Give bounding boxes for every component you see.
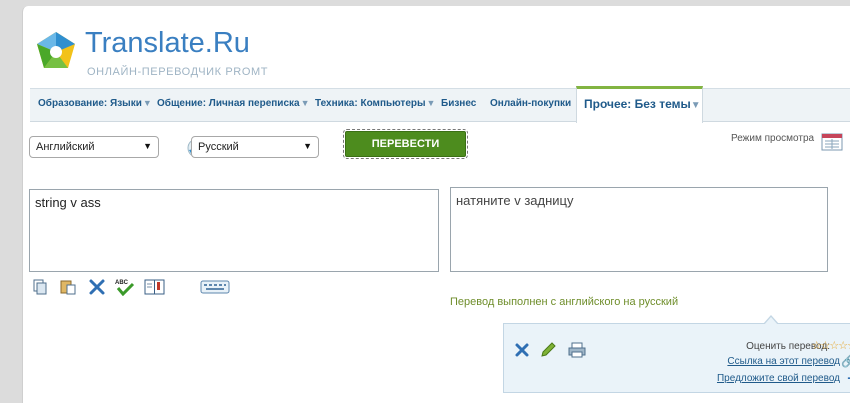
view-mode-icon[interactable]: [821, 133, 843, 151]
page-container: Translate.Ru ОНЛАЙН-ПЕРЕВОДЧИК PROMT Обр…: [22, 6, 850, 403]
clear-icon[interactable]: [88, 278, 106, 296]
chevron-down-icon: ▼: [142, 98, 152, 108]
translation-status: Перевод выполнен с английского на русски…: [450, 296, 679, 308]
translation-output: натяните v задницу: [450, 187, 828, 272]
paste-icon[interactable]: [59, 278, 77, 296]
delete-icon[interactable]: [513, 341, 531, 359]
copy-icon[interactable]: [31, 278, 49, 296]
tab-business[interactable]: Бизнес: [441, 98, 476, 109]
dictionary-icon[interactable]: [144, 278, 166, 296]
rating-stars[interactable]: ☆☆☆☆☆: [812, 339, 850, 352]
chevron-down-icon: ▼: [426, 98, 436, 108]
tab-technology-computers[interactable]: Техника: Компьютеры▼: [315, 98, 435, 109]
target-language-select[interactable]: Русский ▼: [191, 136, 319, 158]
source-language-select[interactable]: Английский ▼: [29, 136, 159, 158]
tab-label: Образование: Языки: [38, 98, 142, 109]
edit-icon[interactable]: [539, 341, 557, 359]
tab-other-no-topic[interactable]: Прочее: Без темы▼: [576, 86, 703, 123]
logo-subtitle: ОНЛАЙН-ПЕРЕВОДЧИК PROMT: [87, 66, 269, 78]
view-mode-label: Режим просмотра: [731, 133, 815, 144]
tab-label: Общение: Личная переписка: [157, 98, 300, 109]
chevron-down-icon: ▼: [690, 100, 701, 111]
svg-text:ABC: ABC: [115, 280, 129, 286]
suggest-translation-link[interactable]: Предложите свой перевод: [717, 373, 840, 384]
topic-tabbar: Образование: Языки▼ Общение: Личная пере…: [30, 86, 850, 123]
permalink-link[interactable]: Ссылка на этот перевод: [727, 356, 840, 367]
tab-label: Бизнес: [441, 98, 477, 109]
panel-pointer-inner: [764, 317, 778, 325]
tab-online-shopping[interactable]: Онлайн-покупки: [490, 98, 571, 109]
logo-title: Translate.Ru: [85, 27, 250, 59]
target-language-value: Русский: [198, 141, 239, 153]
logo-icon: [37, 32, 75, 68]
tab-label: Техника: Компьютеры: [315, 98, 426, 109]
dropdown-arrow-icon: ▼: [303, 141, 312, 151]
chevron-down-icon: ▼: [300, 98, 310, 108]
link-icon: 🔗: [841, 354, 850, 368]
rating-panel: Оценить перевод: ☆☆☆☆☆ Ссылка на этот пе…: [503, 323, 850, 393]
keyboard-icon[interactable]: [200, 278, 230, 296]
tab-communication-personal[interactable]: Общение: Личная переписка▼: [157, 98, 310, 109]
print-icon[interactable]: [567, 341, 587, 359]
translate-button[interactable]: ПЕРЕВЕСТИ: [343, 129, 468, 159]
tab-label: Прочее: Без темы: [584, 97, 691, 111]
dropdown-arrow-icon: ▼: [143, 141, 152, 151]
source-text-input[interactable]: string v ass: [29, 189, 439, 272]
logo[interactable]: Translate.Ru ОНЛАЙН-ПЕРЕВОДЧИК PROMT: [35, 27, 295, 86]
spellcheck-icon[interactable]: ABC: [114, 278, 136, 296]
source-language-value: Английский: [36, 141, 95, 153]
tab-label: Онлайн-покупки: [490, 98, 572, 109]
tab-education-languages[interactable]: Образование: Языки▼: [38, 98, 152, 109]
